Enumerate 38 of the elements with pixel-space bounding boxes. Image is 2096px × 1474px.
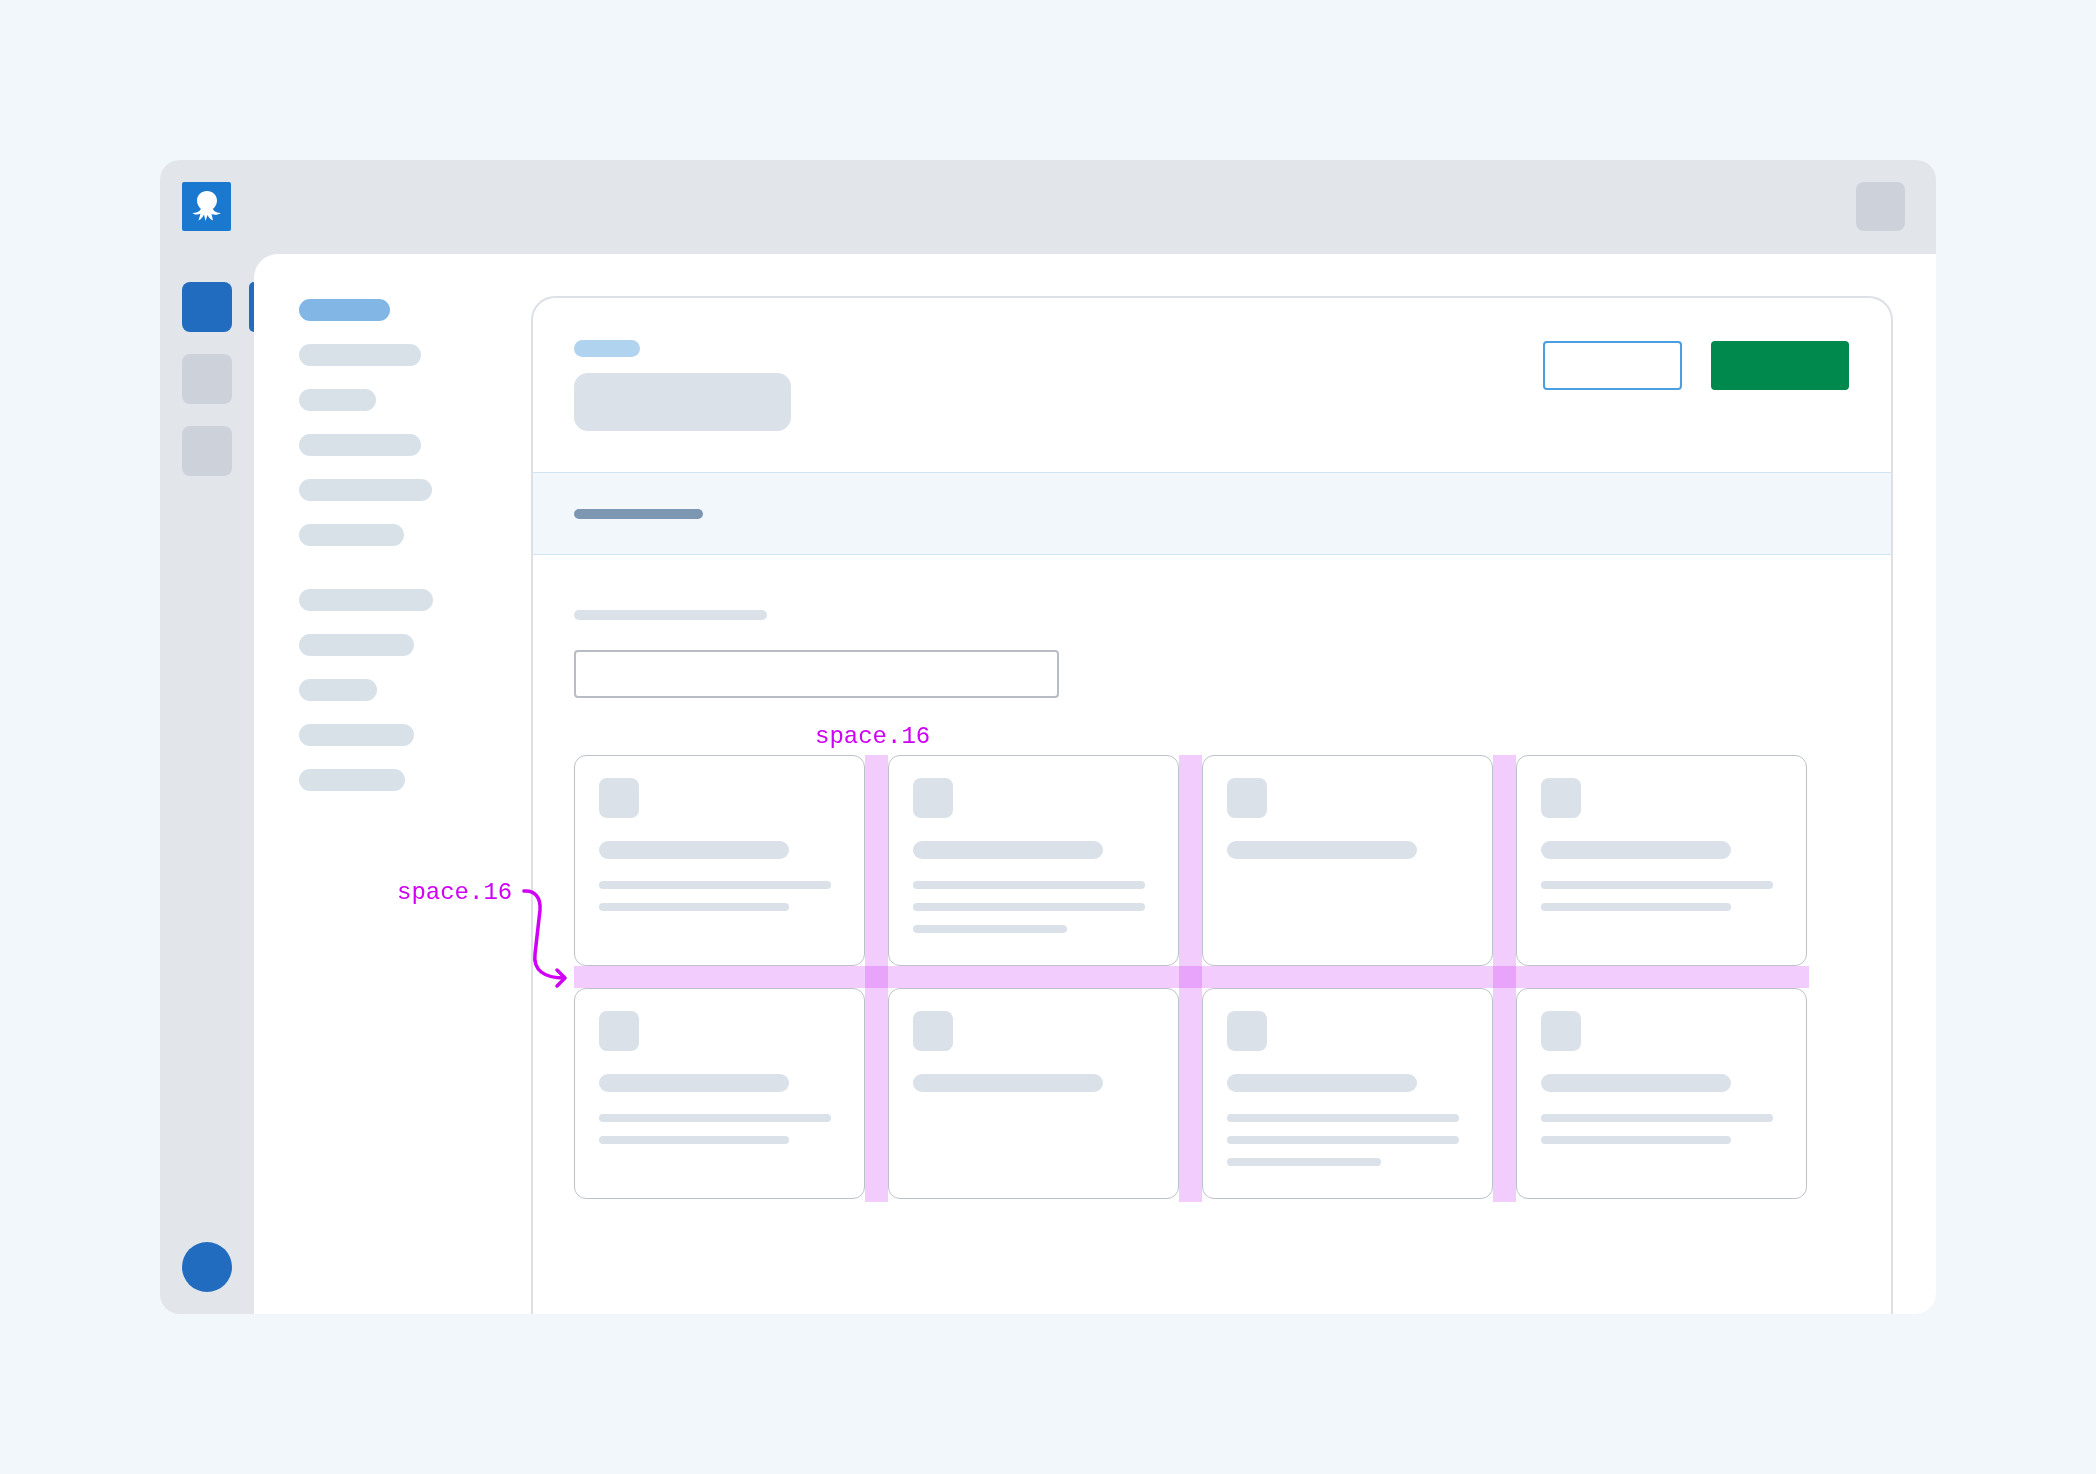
- sidebar-item-placeholder[interactable]: [299, 724, 414, 746]
- card[interactable]: [1202, 988, 1493, 1199]
- placeholder-icon: [913, 778, 953, 818]
- placeholder-icon: [1227, 1011, 1267, 1051]
- selection-indicator: [249, 282, 254, 332]
- card[interactable]: [888, 755, 1179, 966]
- sidebar-item-placeholder[interactable]: [299, 389, 376, 411]
- placeholder-icon: [599, 1011, 639, 1051]
- spacing-label: space.16: [815, 725, 931, 749]
- curved-arrow-icon: [522, 886, 569, 989]
- card[interactable]: [888, 988, 1179, 1199]
- sidebar-item-placeholder[interactable]: [299, 434, 421, 456]
- sidebar-item-placeholder[interactable]: [299, 589, 433, 611]
- primary-button[interactable]: [1711, 341, 1849, 390]
- card[interactable]: [1202, 755, 1493, 966]
- octopus-logo-icon: [182, 182, 231, 231]
- sidebar-item-placeholder[interactable]: [299, 344, 421, 366]
- secondary-button[interactable]: [1543, 341, 1682, 390]
- placeholder-icon: [1541, 1011, 1581, 1051]
- label-placeholder: [574, 340, 640, 357]
- card[interactable]: [1516, 988, 1807, 1199]
- spacing-label: space.16: [397, 881, 513, 905]
- placeholder-icon: [913, 1011, 953, 1051]
- placeholder-icon: [1541, 778, 1581, 818]
- card[interactable]: [1516, 755, 1807, 966]
- placeholder-icon: [1227, 778, 1267, 818]
- nav-tile-icon[interactable]: [182, 282, 232, 332]
- input-field[interactable]: [574, 650, 1059, 698]
- card[interactable]: [574, 755, 865, 966]
- sidebar-item-placeholder[interactable]: [299, 479, 432, 501]
- sidebar-item-placeholder[interactable]: [299, 769, 405, 791]
- avatar-icon[interactable]: [182, 1242, 232, 1292]
- sidebar-item-placeholder[interactable]: [299, 524, 404, 546]
- sidebar-item-placeholder[interactable]: [299, 679, 377, 701]
- sidebar-item-placeholder[interactable]: [299, 634, 414, 656]
- placeholder-icon: [599, 778, 639, 818]
- sidebar-item-placeholder[interactable]: [299, 299, 390, 321]
- card[interactable]: [574, 988, 865, 1199]
